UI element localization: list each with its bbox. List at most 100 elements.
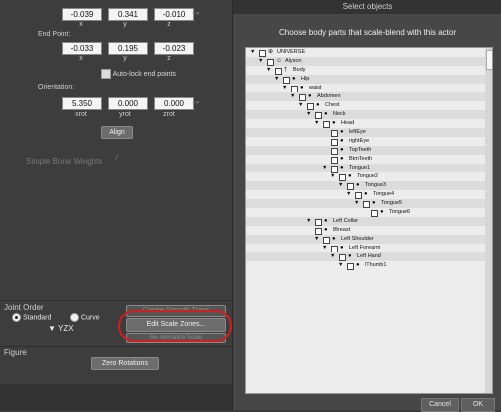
end-y-field[interactable]: 0.195 [108,42,148,55]
top-y-field[interactable]: 0.341 [108,8,148,21]
standard-label: Standard [22,314,52,322]
scrollbar[interactable] [485,48,492,393]
axis-label-z: z [167,21,171,28]
tree-row[interactable]: ▼ ● Tongue3 [246,181,492,191]
bone-icon: ● [324,111,328,118]
tree-checkbox[interactable] [347,263,354,271]
standard-option[interactable]: Standard [12,313,51,322]
bone-icon: ● [324,226,328,233]
zero-rotations-button[interactable]: Zero Rotations [91,357,159,370]
bone-icon: ● [372,200,376,207]
bone-icon: ● [308,93,312,100]
bone-icon: ● [324,217,328,224]
tree-item-label: Tongue4 [373,191,395,198]
order-value: YZX [58,324,74,333]
expand-triangle-icon[interactable]: ▼ [290,92,295,101]
standard-radio[interactable] [12,313,21,322]
expand-triangle-icon[interactable]: ▼ [354,199,359,208]
body-icon: † [284,66,288,73]
expand-triangle-icon[interactable]: ▼ [338,181,343,190]
curve-option[interactable]: Curve [70,313,100,322]
expand-triangle-icon[interactable]: ▼ [346,190,351,199]
link-icon[interactable]: ⊸ [192,8,200,19]
top-z-field[interactable]: -0.010 [154,8,194,21]
expand-triangle-icon[interactable]: ▼ [330,172,335,181]
tree-row[interactable]: ▼ ● Tongue4 [246,190,492,200]
end-z-field[interactable]: -0.023 [154,42,194,55]
tree-row[interactable]: ▼ ● Left Forearm [246,244,492,253]
tree-row[interactable]: ▼ ● Tongue2 [246,172,492,182]
bone-icon: ● [340,155,344,162]
expand-triangle-icon[interactable]: ▼ [306,217,311,226]
expand-triangle-icon[interactable]: ▼ [322,244,327,253]
axis-label-y: y [123,21,127,28]
expand-triangle-icon[interactable]: ▼ [314,235,319,244]
tree-row[interactable]: ▼ ● Left Hand [246,252,492,262]
tree-row[interactable]: ● BtmTeeth [246,155,492,164]
tree-row[interactable]: ▼ ● Tongue5 [246,199,492,209]
bone-icon: ● [300,84,304,91]
tree-row[interactable]: ▼ ● Hip [246,74,492,84]
expand-triangle-icon[interactable]: ▼ [338,261,343,270]
chevron-down-icon: ▼ [48,324,58,333]
scroll-thumb[interactable] [486,50,492,70]
tree-item-label: Alyson [285,57,302,64]
tree-row[interactable]: ▼ ● Neck [246,110,492,120]
tree-item-label: waist [309,84,322,91]
axis-label-xrot: xrot [75,111,87,118]
tree-item-label: lBreast [333,226,351,233]
xrot-field[interactable]: 5.350 [62,97,102,110]
brush-icon[interactable]: ⁄ [116,153,118,164]
auto-lock-checkbox[interactable] [101,69,111,79]
tree-row[interactable]: ▼ ● Head [246,119,492,129]
tree-row[interactable]: ● rightEye [246,137,492,146]
link-icon[interactable]: ⊸ [192,97,200,108]
bone-icon: ● [332,235,336,242]
curve-radio[interactable] [70,313,79,322]
order-dropdown[interactable]: ▼ YZX [48,324,74,333]
tree-row[interactable]: ▼ ⊕ UNIVERSE [246,48,492,57]
expand-triangle-icon[interactable]: ▼ [250,48,255,57]
top-point-fields: -0.039 0.341 -0.010 [62,8,194,21]
tree-row[interactable]: ● leftEye [246,128,492,138]
orientation-fields: 5.350 0.000 0.000 [62,97,194,110]
tree-item-label: Hip [301,75,310,82]
expand-triangle-icon[interactable]: ▼ [314,119,319,128]
expand-triangle-icon[interactable]: ▼ [258,57,263,66]
tree-item-label: lThumb1 [365,262,387,269]
tree-row[interactable]: ▼ ☺ Alyson [246,56,492,66]
tree-row[interactable]: ● Tongue6 [246,208,492,218]
tree-row[interactable]: ▼ ● Tongue1 [246,163,492,173]
align-button[interactable]: Align [101,126,133,139]
tree-row[interactable]: ● lBreast [246,226,492,235]
axis-label-z: z [167,55,171,62]
expand-triangle-icon[interactable]: ▼ [282,84,287,93]
auto-lock-option[interactable]: Auto-lock end points [101,69,176,79]
expand-triangle-icon[interactable]: ▼ [298,101,303,110]
expand-triangle-icon[interactable]: ▼ [274,75,279,84]
expand-triangle-icon[interactable]: ▼ [266,66,271,75]
expand-triangle-icon[interactable]: ▼ [322,164,327,173]
tree-item-label: leftEye [349,129,366,136]
tree-row[interactable]: ▼ ● Left Shoulder [246,234,492,244]
tree-row[interactable]: ▼ † Body [246,66,492,75]
expand-triangle-icon[interactable]: ▼ [330,252,335,261]
tree-row[interactable]: ● TopTeeth [246,145,492,155]
tree-item-label: Left Collar [333,217,359,224]
tree-row[interactable]: ▼ ● Chest [246,101,492,111]
bone-icon: ● [380,209,384,216]
bone-icon: ● [364,191,368,198]
top-x-field[interactable]: -0.039 [62,8,102,21]
tree-row[interactable]: ▼ ● Abdomen [246,92,492,102]
bone-icon: ● [340,244,344,251]
expand-triangle-icon[interactable]: ▼ [306,110,311,119]
figure-icon: ☺ [276,57,283,64]
yrot-field[interactable]: 0.000 [108,97,148,110]
end-x-field[interactable]: -0.033 [62,42,102,55]
auto-lock-label: Auto-lock end points [112,70,176,78]
tree-row[interactable]: ▼ ● waist [246,84,492,93]
zrot-field[interactable]: 0.000 [154,97,194,110]
highlight-circle [118,310,232,342]
tree-row[interactable]: ▼ ● Left Collar [246,216,492,226]
tree-row[interactable]: ▼ ● lThumb1 [246,261,492,271]
